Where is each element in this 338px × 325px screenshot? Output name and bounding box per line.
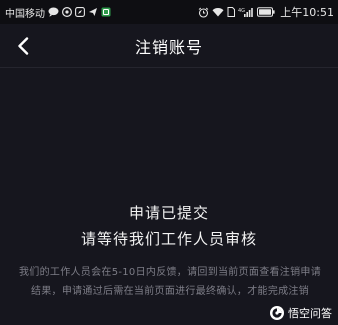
- signal-strength-icon: 4G: [238, 7, 254, 17]
- app-notification-icon: [101, 7, 111, 17]
- wukong-logo-icon: [270, 306, 284, 320]
- compass-icon: [75, 7, 85, 17]
- carrier-label: 中国移动: [5, 8, 45, 20]
- status-time: 上午10:51: [280, 6, 334, 19]
- back-button[interactable]: [10, 33, 36, 59]
- chevron-left-icon: [18, 37, 29, 55]
- status-bar-right: 4G 上午10:51: [198, 4, 334, 20]
- watermark-text: 悟空问答: [288, 307, 332, 320]
- wukong-watermark: 悟空问答: [269, 305, 332, 321]
- nav-bar: 注销账号: [0, 24, 338, 68]
- sim-icon: [227, 7, 236, 17]
- battery-icon: [257, 7, 275, 17]
- photo-app-icon: [62, 7, 72, 17]
- screen: 中国移动 4G 上午10:51 注销账号 申请已提交 请等待我们工作人员审核 我…: [0, 0, 338, 325]
- signal-label: 4G: [238, 8, 245, 14]
- chat-bubble-icon: [48, 7, 59, 17]
- page-title: 注销账号: [134, 37, 203, 57]
- alarm-clock-icon: [198, 7, 209, 18]
- send-icon: [88, 7, 98, 17]
- status-bar: 中国移动 4G 上午10:51: [0, 0, 338, 24]
- wifi-icon: [212, 7, 224, 17]
- submitted-headline: 申请已提交: [128, 204, 209, 222]
- main-content: 申请已提交 请等待我们工作人员审核 我们的工作人员会在5-10日内反馈，请回到当…: [0, 69, 338, 325]
- review-description: 我们的工作人员会在5-10日内反馈，请回到当前页面查看注销申请结果，申请通过后需…: [19, 267, 321, 297]
- status-bar-left: 中国移动: [5, 5, 111, 20]
- waiting-review-headline: 请等待我们工作人员审核: [80, 230, 257, 248]
